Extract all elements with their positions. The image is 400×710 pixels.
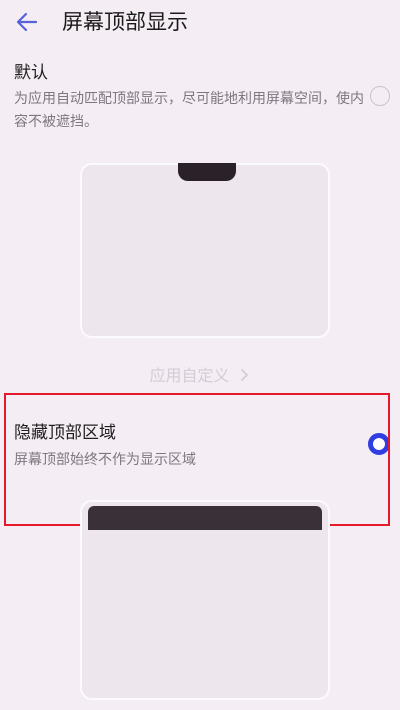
arrow-left-icon [16,12,38,32]
default-preview-illustration [80,163,330,338]
option-default-title: 默认 [14,63,48,83]
hidden-top-bar-graphic [88,506,322,530]
header-bar: 屏幕顶部显示 [0,0,400,44]
notch-graphic [178,163,236,181]
screen-top-display-page: 屏幕顶部显示 默认 为应用自动匹配顶部显示，尽可能地利用屏幕空间，使内容不被遮挡… [0,0,400,710]
hide-preview-illustration [80,500,330,700]
page-title: 屏幕顶部显示 [62,10,188,34]
back-button[interactable] [12,6,44,38]
option-default[interactable]: 默认 为应用自动匹配顶部显示，尽可能地利用屏幕空间，使内容不被遮挡。 [0,50,400,140]
option-default-radio[interactable] [370,86,390,106]
app-custom-label: 应用自定义 [149,366,230,385]
app-custom-link[interactable]: 应用自定义 [0,362,400,386]
option-default-description: 为应用自动匹配顶部显示，尽可能地利用屏幕空间，使内容不被遮挡。 [14,91,364,130]
chevron-right-icon [240,369,248,381]
